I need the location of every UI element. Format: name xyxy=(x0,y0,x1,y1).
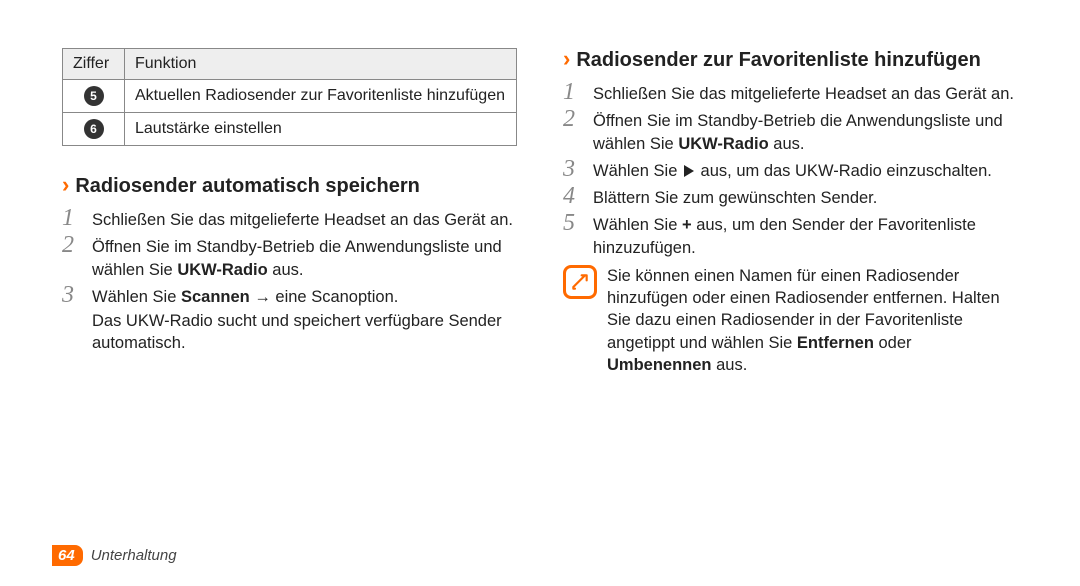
table-cell-desc: Lautstärke einstellen xyxy=(125,113,517,146)
table-row: 6 Lautstärke einstellen xyxy=(63,113,517,146)
chevron-right-icon: › xyxy=(563,48,570,70)
step-text: Blättern Sie zum gewünschten Sender. xyxy=(593,184,1018,209)
chevron-right-icon: › xyxy=(62,174,69,196)
section-heading-auto: › Radiosender automatisch speichern xyxy=(62,174,517,198)
list-item: 2 Öffnen Sie im Standby-Betrieb die Anwe… xyxy=(62,233,517,281)
play-icon xyxy=(684,165,694,177)
note-box: Sie können einen Namen für einen Radiose… xyxy=(563,265,1018,376)
list-item: 4 Blättern Sie zum gewünschten Sender. xyxy=(563,184,1018,209)
note-text: Sie können einen Namen für einen Radiose… xyxy=(607,265,1018,376)
page-footer: 64 Unterhaltung xyxy=(52,545,177,566)
step-text: Wählen Sie aus, um das UKW-Radio einzusc… xyxy=(593,157,1018,182)
list-item: 3 Wählen Sie aus, um das UKW-Radio einzu… xyxy=(563,157,1018,182)
list-item: 2 Öffnen Sie im Standby-Betrieb die Anwe… xyxy=(563,107,1018,155)
left-column: Ziffer Funktion 5 Aktuellen Radiosender … xyxy=(62,48,517,376)
step-text: Wählen Sie Scannen → eine Scanoption. Da… xyxy=(92,283,517,355)
circled-number-icon: 5 xyxy=(84,86,104,106)
list-item: 5 Wählen Sie + aus, um den Sender der Fa… xyxy=(563,211,1018,259)
section-title: Radiosender zur Favoritenliste hinzufüge… xyxy=(576,49,981,72)
table-cell-desc: Aktuellen Radiosender zur Favoritenliste… xyxy=(125,80,517,113)
steps-fav: 1 Schließen Sie das mitgelieferte Headse… xyxy=(563,80,1018,259)
steps-auto: 1 Schließen Sie das mitgelieferte Headse… xyxy=(62,206,517,355)
step-number: 3 xyxy=(563,157,583,181)
note-icon xyxy=(563,265,597,299)
step-text: Öffnen Sie im Standby-Betrieb die Anwend… xyxy=(92,233,517,281)
step-text: Wählen Sie + aus, um den Sender der Favo… xyxy=(593,211,1018,259)
step-text: Schließen Sie das mitgelieferte Headset … xyxy=(593,80,1018,105)
section-heading-fav: › Radiosender zur Favoritenliste hinzufü… xyxy=(563,48,1018,72)
step-number: 5 xyxy=(563,211,583,235)
section-title: Radiosender automatisch speichern xyxy=(75,175,420,198)
step-number: 4 xyxy=(563,184,583,208)
step-number: 2 xyxy=(62,233,82,257)
function-table: Ziffer Funktion 5 Aktuellen Radiosender … xyxy=(62,48,517,146)
step-subtext: Das UKW-Radio sucht und speichert verfüg… xyxy=(92,310,517,355)
step-number: 1 xyxy=(563,80,583,104)
step-number: 1 xyxy=(62,206,82,230)
table-row: 5 Aktuellen Radiosender zur Favoritenlis… xyxy=(63,80,517,113)
footer-section-name: Unterhaltung xyxy=(91,547,177,564)
circled-number-icon: 6 xyxy=(84,119,104,139)
right-column: › Radiosender zur Favoritenliste hinzufü… xyxy=(563,48,1018,376)
table-header-ziffer: Ziffer xyxy=(63,49,125,80)
page-content: Ziffer Funktion 5 Aktuellen Radiosender … xyxy=(0,0,1080,376)
page-number: 64 xyxy=(52,545,83,566)
table-header-funktion: Funktion xyxy=(125,49,517,80)
step-number: 3 xyxy=(62,283,82,307)
list-item: 3 Wählen Sie Scannen → eine Scanoption. … xyxy=(62,283,517,355)
list-item: 1 Schließen Sie das mitgelieferte Headse… xyxy=(62,206,517,231)
step-text: Schließen Sie das mitgelieferte Headset … xyxy=(92,206,517,231)
step-text: Öffnen Sie im Standby-Betrieb die Anwend… xyxy=(593,107,1018,155)
step-number: 2 xyxy=(563,107,583,131)
list-item: 1 Schließen Sie das mitgelieferte Headse… xyxy=(563,80,1018,105)
